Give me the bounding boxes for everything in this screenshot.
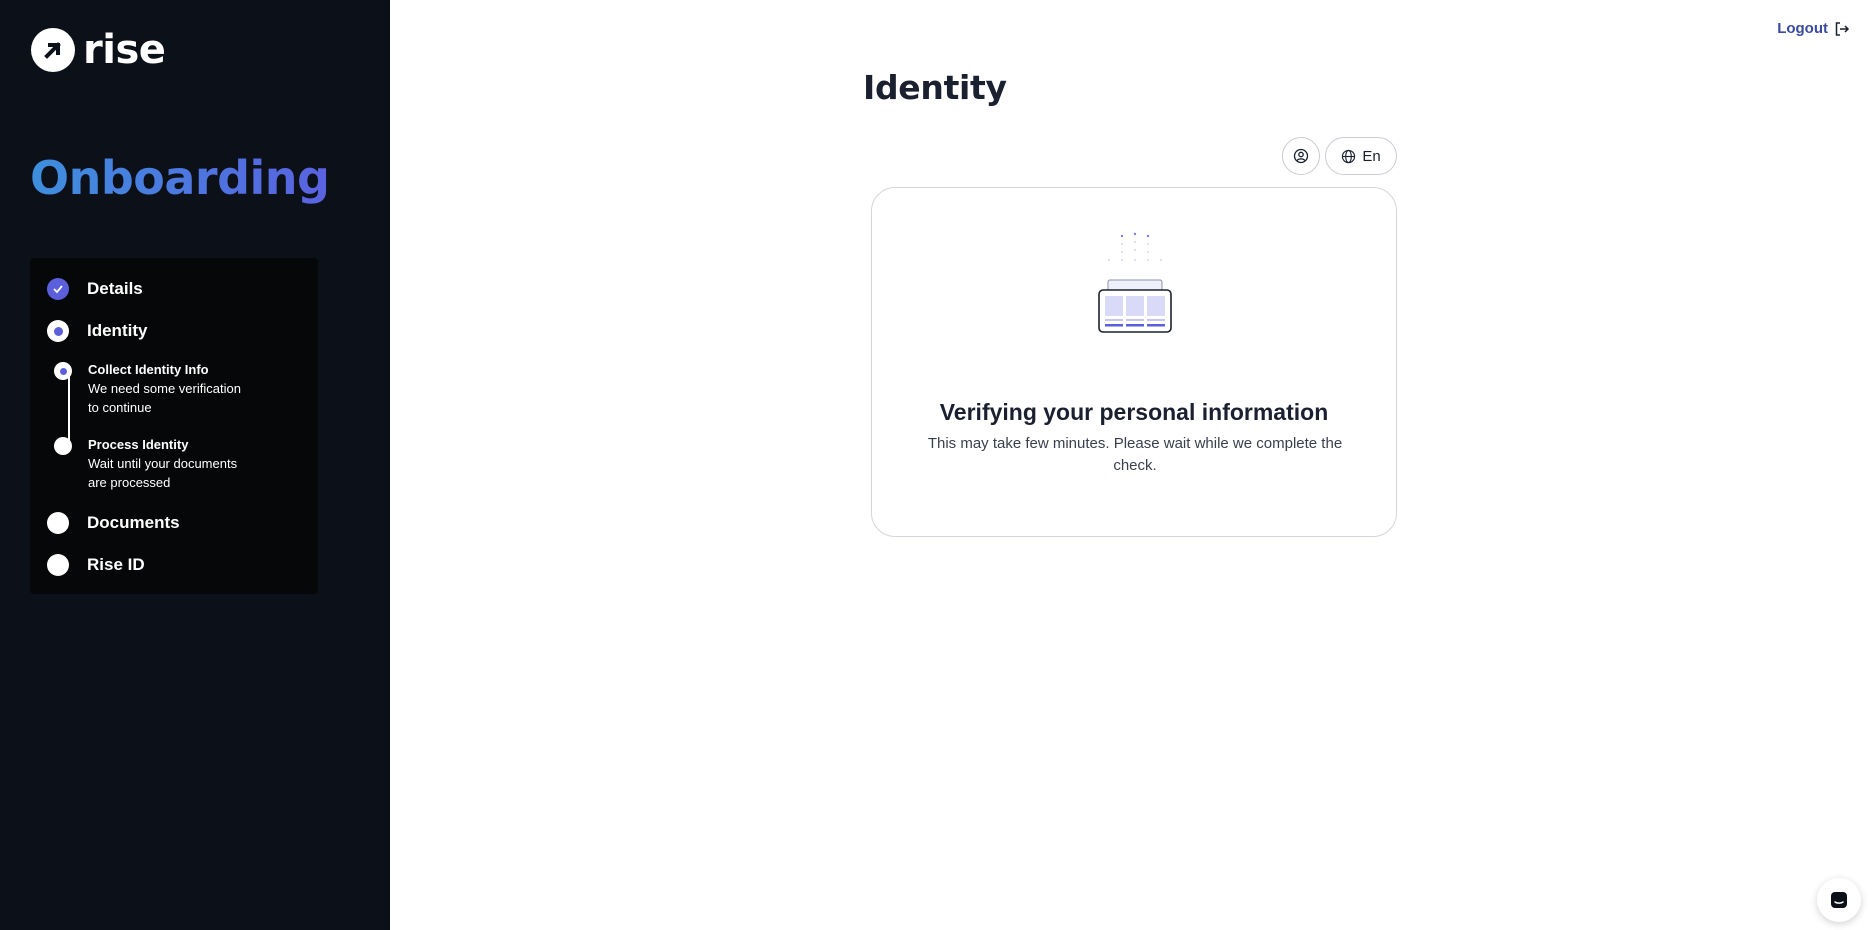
step-label: Details [87,279,143,298]
step-details[interactable]: Details [47,278,143,300]
card-title: Verifying your personal information [939,399,1329,425]
substep-title: Collect Identity Info [88,362,209,377]
chat-icon [1831,892,1847,908]
chat-support-button[interactable] [1817,878,1861,922]
active-step-icon [47,320,69,342]
check-circle-icon [47,278,69,300]
substep-description-line2: are processed [88,475,171,490]
step-rise-id[interactable]: Rise ID [47,554,145,576]
substep-collect-identity-info[interactable]: Collect Identity Info We need some verif… [54,360,298,417]
verification-card: Verifying your personal information This… [871,187,1397,537]
arrow-up-right-icon [31,28,75,72]
step-identity[interactable]: Identity [47,320,147,342]
step-label: Identity [87,321,148,340]
card-description-line1: This may take few minutes. Please wait w… [927,435,1343,452]
substep-description-line1: We need some verification [88,381,241,396]
substep-connector [68,371,70,445]
step-label: Rise ID [87,555,145,574]
sidebar: rise Onboarding Details Identity Collect… [0,0,390,930]
card-description: This may take few minutes. Please wait w… [902,433,1368,477]
substep-description-line1: Wait until your documents [88,456,238,471]
pending-substep-icon [54,437,72,455]
logout-label: Logout [1777,20,1828,37]
logout-icon [1835,21,1850,36]
onboarding-title: Onboarding [30,151,330,205]
substep-description-line2: to continue [88,400,152,415]
globe-icon [1342,149,1356,163]
pending-step-icon [47,512,69,534]
onboarding-steps: Details Identity Collect Identity Info W… [30,258,318,594]
language-selector[interactable]: En [1325,137,1397,175]
page-title: Identity [863,68,1007,107]
step-label: Documents [87,513,180,532]
brand-name: rise [83,27,166,73]
language-label: En [1362,147,1381,165]
pending-step-icon [47,554,69,576]
step-documents[interactable]: Documents [47,512,180,534]
substep-process-identity[interactable]: Process Identity Wait until your documen… [54,435,298,492]
logout-link[interactable]: Logout [1777,20,1850,37]
user-circle-icon [1293,148,1309,164]
app-root: rise Onboarding Details Identity Collect… [0,0,1872,930]
card-description-line2: check. [1113,457,1157,474]
user-profile-button[interactable] [1282,137,1320,175]
document-scan-illustration [1098,232,1172,333]
active-substep-icon [54,362,72,380]
rise-logo[interactable]: rise [31,27,166,73]
substep-title: Process Identity [88,437,189,452]
